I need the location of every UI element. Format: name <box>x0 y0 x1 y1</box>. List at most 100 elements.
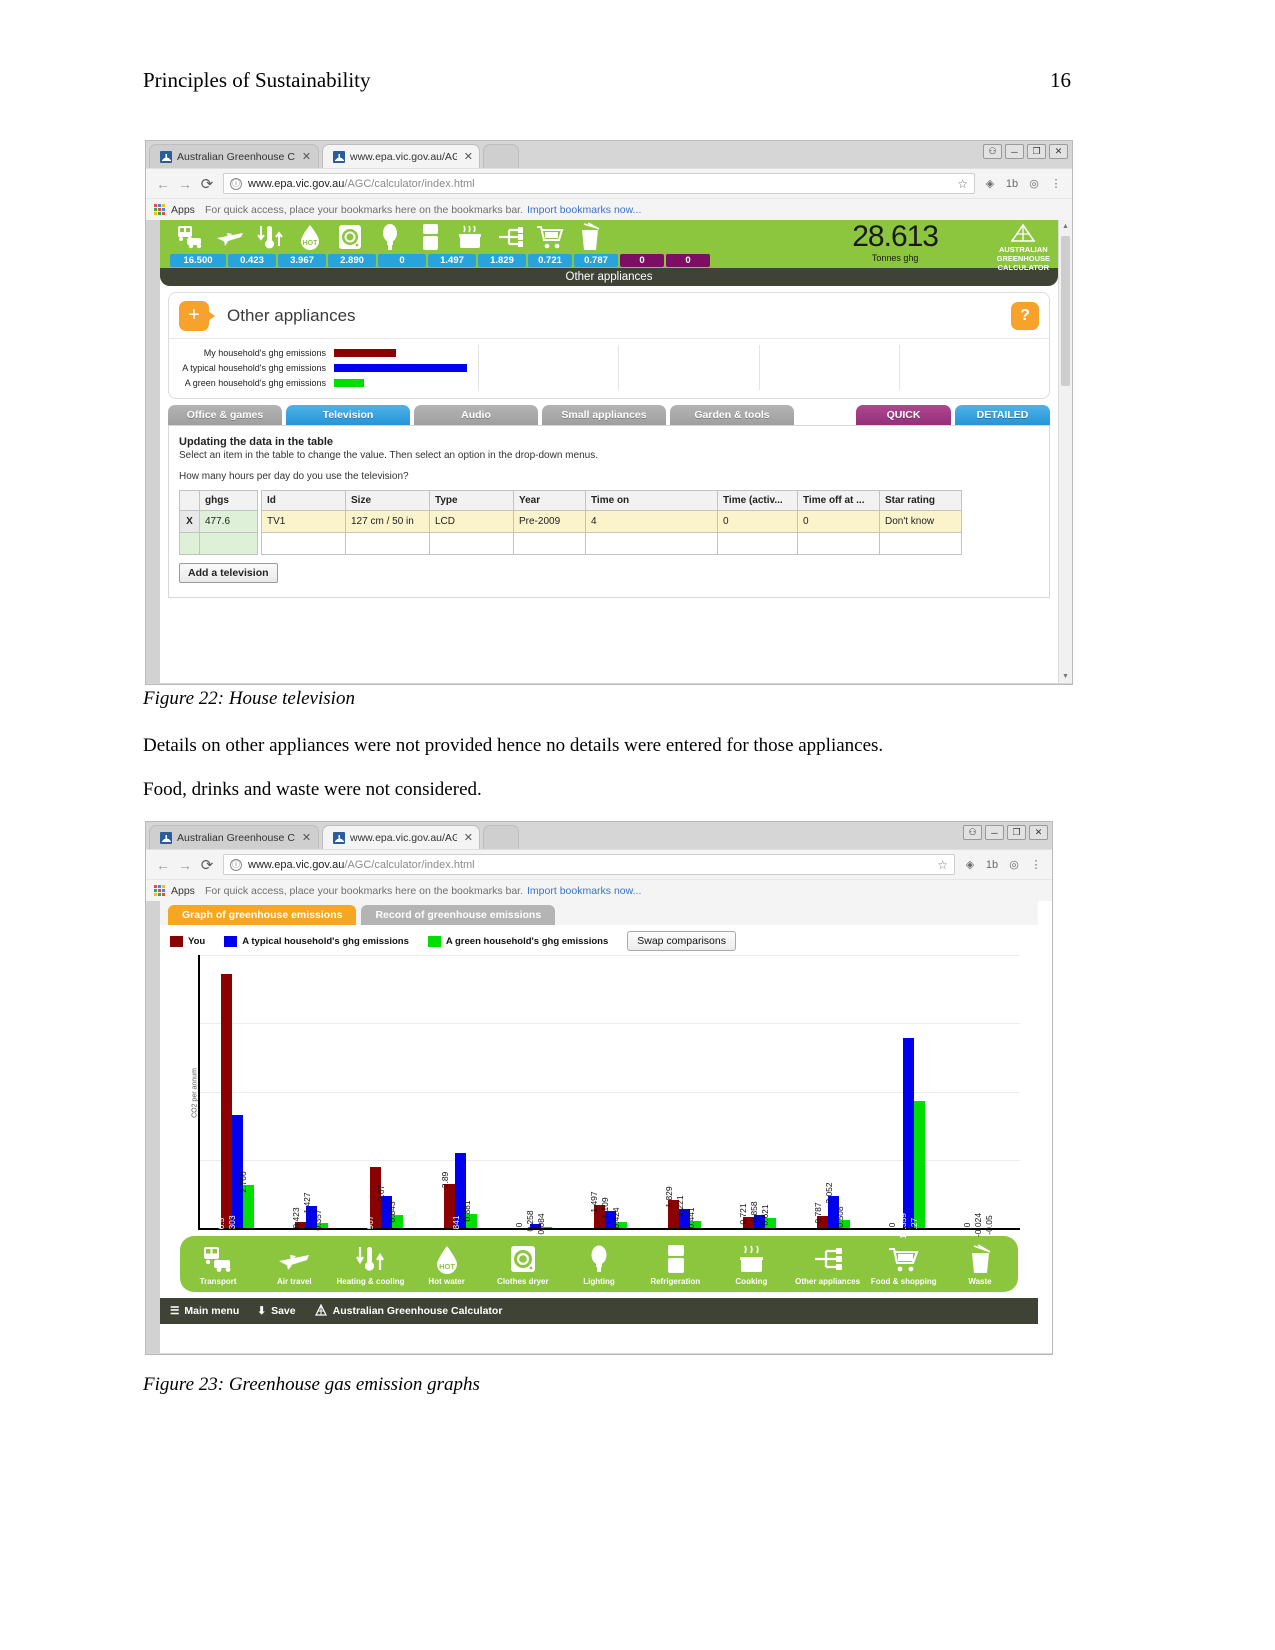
apps-label[interactable]: Apps <box>171 204 195 216</box>
tab-garden-tools[interactable]: Garden & tools <box>670 405 794 425</box>
tab-audio[interactable]: Audio <box>414 405 538 425</box>
delete-row-button[interactable]: X <box>179 510 200 533</box>
import-bookmarks-link[interactable]: Import bookmarks now... <box>527 204 641 216</box>
add-television-button[interactable]: Add a television <box>179 563 278 583</box>
vertical-scrollbar[interactable]: ▲ ▼ <box>1058 220 1072 683</box>
maximize-button[interactable]: ❐ <box>1007 825 1026 840</box>
address-bar[interactable]: ⓘ www.epa.vic.gov.au/AGC/calculator/inde… <box>223 854 955 875</box>
maximize-button[interactable]: ❐ <box>1027 144 1046 159</box>
close-icon[interactable]: ✕ <box>464 831 473 844</box>
reload-icon[interactable]: ⟳ <box>196 856 218 874</box>
swap-comparisons-button[interactable]: Swap comparisons <box>627 931 736 951</box>
new-tab-button[interactable] <box>483 144 519 168</box>
add-icon[interactable]: + <box>179 300 215 331</box>
category-hot-water[interactable]: HOT Hot water <box>409 1242 485 1287</box>
scrollbar-thumb[interactable] <box>1061 236 1070 386</box>
tab-small-appliances[interactable]: Small appliances <box>542 405 666 425</box>
close-icon[interactable]: ✕ <box>302 831 311 844</box>
browser-tab-epa[interactable]: www.epa.vic.gov.au/AGC ✕ <box>322 825 480 849</box>
refrigeration-icon <box>637 1242 713 1276</box>
bookmark-star-icon[interactable]: ☆ <box>937 858 948 872</box>
legend-swatch-green <box>427 935 441 947</box>
col-type: Type <box>429 490 514 511</box>
cell-type[interactable]: LCD <box>429 510 514 533</box>
apps-grid-icon[interactable] <box>154 204 165 215</box>
tab-record-of-emissions[interactable]: Record of greenhouse emissions <box>361 905 556 925</box>
left-gutter <box>146 901 160 1353</box>
browser-tab-calculator[interactable]: Australian Greenhouse C ✕ <box>149 825 319 849</box>
browser-tab-epa[interactable]: www.epa.vic.gov.au/AGC ✕ <box>322 144 480 168</box>
extension-2-icon[interactable]: 1b <box>982 855 1002 875</box>
extension-1-icon[interactable]: ◈ <box>980 174 1000 194</box>
extension-2-icon[interactable]: 1b <box>1002 174 1022 194</box>
close-window-button[interactable]: ✕ <box>1049 144 1068 159</box>
category-heating-cooling[interactable]: Heating & cooling <box>332 1242 408 1287</box>
tab-quick[interactable]: QUICK <box>856 405 951 425</box>
extension-1-icon[interactable]: ◈ <box>960 855 980 875</box>
cell-size[interactable]: 127 cm / 50 in <box>345 510 430 533</box>
category-other-appliances[interactable]: Other appliances <box>790 1242 866 1287</box>
close-window-button[interactable]: ✕ <box>1029 825 1048 840</box>
category-air-travel[interactable]: Air travel <box>256 1242 332 1287</box>
browser-menu-icon[interactable]: ⋮ <box>1026 855 1046 875</box>
scroll-up-arrow[interactable]: ▲ <box>1059 220 1072 233</box>
chart-bar-label: 3.967 <box>365 1215 376 1237</box>
category-food-shopping[interactable]: Food & shopping <box>866 1242 942 1287</box>
table-row[interactable]: TV1 127 cm / 50 in LCD Pre-2009 4 0 0 Do… <box>261 510 962 533</box>
close-icon[interactable]: ✕ <box>464 150 473 163</box>
reload-icon[interactable]: ⟳ <box>196 175 218 193</box>
tab-detailed[interactable]: DETAILED <box>955 405 1050 425</box>
back-icon[interactable]: ← <box>152 857 174 873</box>
table-row-empty[interactable] <box>261 532 962 555</box>
forward-icon[interactable]: → <box>174 857 196 873</box>
panel-title: Other appliances <box>227 305 356 325</box>
forward-icon[interactable]: → <box>174 176 196 192</box>
page-info-icon[interactable]: ⓘ <box>230 177 242 190</box>
apps-label[interactable]: Apps <box>171 885 195 897</box>
category-clothes-dryer[interactable]: Clothes dryer <box>485 1242 561 1287</box>
category-lighting[interactable]: Lighting <box>561 1242 637 1287</box>
minimize-button[interactable]: ─ <box>985 825 1004 840</box>
main-menu-button[interactable]: ☰ Main menu <box>170 1305 239 1317</box>
import-bookmarks-link[interactable]: Import bookmarks now... <box>527 885 641 897</box>
minimize-button[interactable]: ─ <box>1005 144 1024 159</box>
new-tab-button[interactable] <box>483 825 519 849</box>
cell-year[interactable]: Pre-2009 <box>513 510 586 533</box>
browser-window-graph: Australian Greenhouse C ✕ www.epa.vic.go… <box>145 821 1053 1355</box>
legend-item-typical: A typical household's ghg emissions <box>224 935 409 947</box>
browser-menu-icon[interactable]: ⋮ <box>1046 174 1066 194</box>
browser-navbar: ← → ⟳ ⓘ www.epa.vic.gov.au/AGC/calculato… <box>146 849 1052 879</box>
page-number: 16 <box>1050 68 1071 92</box>
extension-3-icon[interactable]: ◎ <box>1024 174 1044 194</box>
back-icon[interactable]: ← <box>152 176 174 192</box>
extension-3-icon[interactable]: ◎ <box>1004 855 1024 875</box>
user-profile-icon[interactable]: ⚇ <box>963 825 982 840</box>
page-info-icon[interactable]: ⓘ <box>230 858 242 871</box>
tab-television[interactable]: Television <box>286 405 410 425</box>
page-header: Principles of Sustainability 16 <box>143 68 1071 93</box>
apps-grid-icon[interactable] <box>154 885 165 896</box>
user-profile-icon[interactable]: ⚇ <box>983 144 1002 159</box>
cell-star-rating[interactable]: Don't know <box>879 510 962 533</box>
save-button[interactable]: ⬇ Save <box>257 1305 295 1317</box>
cell-time-on[interactable]: 4 <box>585 510 718 533</box>
bookmark-star-icon[interactable]: ☆ <box>957 177 968 191</box>
address-bar[interactable]: ⓘ www.epa.vic.gov.au/AGC/calculator/inde… <box>223 173 975 194</box>
other-appliances-icon <box>790 1242 866 1276</box>
category-cooking[interactable]: Cooking <box>713 1242 789 1287</box>
cell-time-active[interactable]: 0 <box>717 510 798 533</box>
cell-id[interactable]: TV1 <box>261 510 346 533</box>
category-refrigeration[interactable]: Refrigeration <box>637 1242 713 1287</box>
category-waste[interactable]: Waste <box>942 1242 1018 1287</box>
chart-bar-green: 0.084 <box>536 1213 552 1234</box>
tab-office-games[interactable]: Office & games <box>168 405 282 425</box>
tab-graph-of-emissions[interactable]: Graph of greenhouse emissions <box>168 905 357 925</box>
help-icon[interactable]: ? <box>1011 301 1039 330</box>
category-transport[interactable]: Transport <box>180 1242 256 1287</box>
chart-bar-label: 0.508 <box>834 1206 845 1228</box>
close-icon[interactable]: ✕ <box>302 150 311 163</box>
scroll-down-arrow[interactable]: ▼ <box>1059 670 1072 683</box>
brand-line-3: CALCULATOR <box>997 263 1050 272</box>
browser-tab-calculator[interactable]: Australian Greenhouse C ✕ <box>149 144 319 168</box>
cell-time-off[interactable]: 0 <box>797 510 880 533</box>
